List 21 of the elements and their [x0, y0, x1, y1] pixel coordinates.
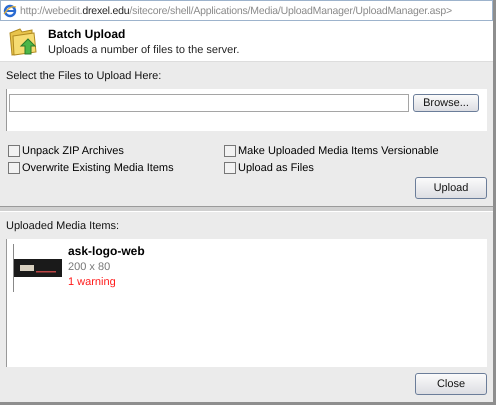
section-label: Select the Files to Upload Here: [6, 70, 162, 82]
address-text: http://webedit.drexel.edu/sitecore/shell/Applications/Media/UploadManager/UploadManager.asp> [20, 4, 452, 16]
section-label: Uploaded Media Items: [6, 220, 120, 232]
browse-button[interactable]: Browse... [413, 94, 479, 112]
file-path-field[interactable] [9, 94, 409, 112]
checkbox-label: Make Uploaded Media Items Versionable [238, 145, 439, 157]
dialog-subtitle: Uploads a number of files to the server. [48, 44, 240, 56]
checkbox[interactable] [8, 145, 20, 157]
checkbox-label: Overwrite Existing Media Items [22, 162, 174, 174]
checkbox-label: Upload as Files [238, 162, 314, 174]
close-button[interactable]: Close [415, 373, 487, 395]
item-status: 1 warning [68, 276, 117, 288]
item-dimensions: 200 x 80 [68, 261, 112, 273]
checkbox-label: Unpack ZIP Archives [22, 145, 124, 157]
item-name: ask-logo-web [68, 244, 145, 258]
checkbox[interactable] [224, 162, 236, 174]
dialog-title: Batch Upload [48, 26, 126, 40]
checkbox[interactable] [8, 162, 20, 174]
browser-icon [3, 4, 17, 18]
checkbox[interactable] [224, 145, 236, 157]
upload-button[interactable]: Upload [415, 177, 487, 199]
